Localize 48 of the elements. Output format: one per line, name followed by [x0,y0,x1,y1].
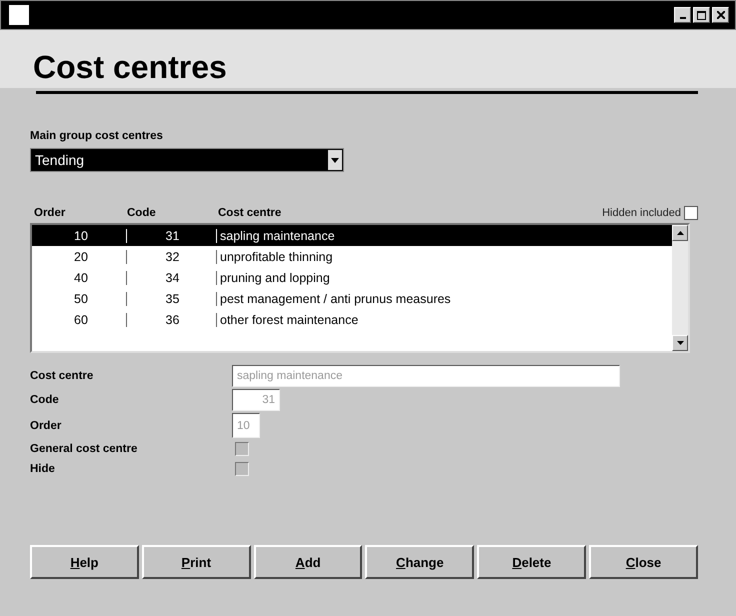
code-cell: 34 [127,270,217,284]
order-cell: 20 [32,250,127,264]
field-label: Cost centre [30,369,94,384]
name-cell-text: pruning and lopping [219,270,331,284]
field-label: Main group cost centres [30,130,164,142]
action-button[interactable]: Print [142,545,251,579]
list-row[interactable]: 60 36 other forest maintenance [32,309,672,330]
hidden-included-checkbox[interactable] [684,206,698,220]
page-title: Cost centres [33,49,227,86]
name-cell-text: pest management / anti prunus measures [219,292,452,306]
scroll-up-icon[interactable] [672,225,688,241]
list-row[interactable]: 20 32 unprofitable thinning [32,246,672,267]
code-cell: 35 [127,292,217,306]
close-button[interactable] [712,7,729,23]
order-cell: 60 [32,312,127,326]
action-button[interactable]: Help [30,545,139,579]
scrollbar[interactable] [672,225,688,351]
maximize-button[interactable] [693,7,710,23]
field-label: Code [30,393,60,408]
app-icon [9,5,29,25]
column-header: Order [33,207,66,219]
name-cell-text: other forest maintenance [219,312,360,326]
action-button[interactable]: Delete [477,545,586,579]
checkbox-label: Hidden included [602,207,681,219]
field-label: Order [30,418,62,434]
group-dropdown[interactable]: Tending [30,148,344,172]
action-button[interactable]: Change [365,545,474,579]
action-button[interactable]: Add [254,545,362,579]
name-cell-text: unprofitable thinning [219,250,334,264]
column-header: Cost centre [217,207,282,219]
name-cell-text: sapling maintenance [219,228,336,242]
order-cell: 10 [32,228,127,242]
list-row[interactable]: 50 35 pest management / anti prunus measures [32,288,672,309]
code-cell: 32 [127,250,217,264]
code-cell: 31 [127,228,217,242]
maximize-icon [697,10,706,20]
order-cell: 50 [32,292,127,306]
action-button[interactable]: Close [589,545,698,579]
order-cell: 40 [32,270,127,284]
field-label: Hide [30,462,56,477]
code-cell: 36 [127,312,217,326]
column-header: Code [126,207,157,219]
list-row[interactable]: 10 31 sapling maintenance [32,225,672,246]
close-icon [716,11,724,19]
scroll-down-icon[interactable] [672,335,688,351]
minimize-button[interactable] [674,7,691,23]
field-label: General cost centre [30,442,138,457]
list-row[interactable]: 40 34 pruning and lopping [32,267,672,288]
